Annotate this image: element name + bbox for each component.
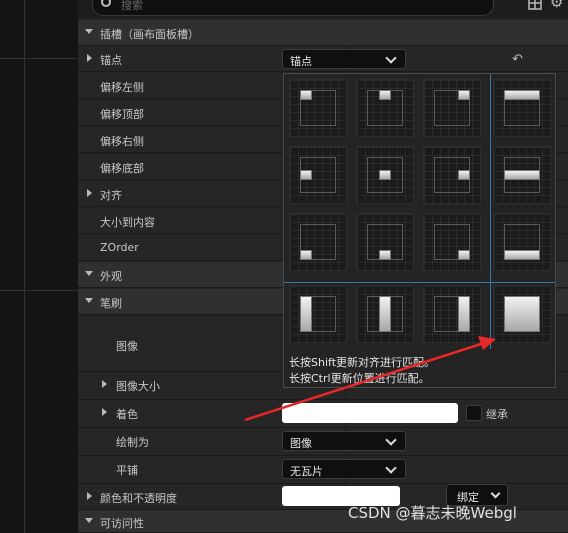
watermark-text: CSDN @暮志未晚Webgl	[348, 504, 517, 522]
annotation-arrow	[244, 336, 496, 422]
